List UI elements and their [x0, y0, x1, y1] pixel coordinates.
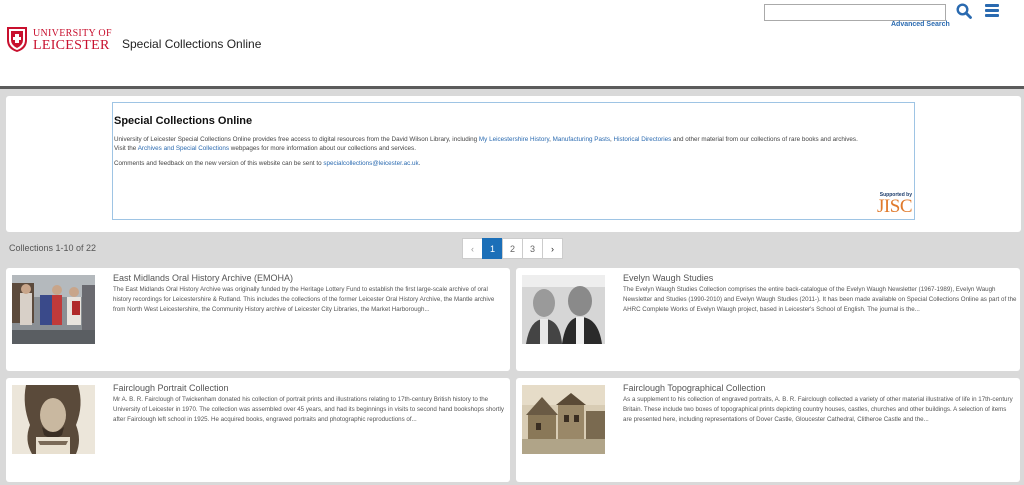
card-description: The Evelyn Waugh Studies Collection comp…: [623, 286, 1017, 313]
hamburger-menu-icon[interactable]: [985, 4, 999, 17]
page-1-button[interactable]: 1: [482, 238, 503, 259]
page-2-button[interactable]: 2: [502, 238, 523, 259]
crest-shield-icon: [7, 27, 27, 52]
card-title[interactable]: Fairclough Topographical Collection: [623, 383, 765, 393]
jisc-logo[interactable]: Supported by JISC: [877, 192, 912, 216]
intro-title: Special Collections Online: [114, 115, 253, 127]
intro-text: and other material from our collections …: [671, 136, 858, 143]
link-archives-special-collections[interactable]: Archives and Special Collections: [138, 145, 229, 152]
jisc-mark: JISC: [877, 196, 912, 217]
intro-text: webpages for more information about our …: [229, 145, 416, 152]
collection-card-emoha[interactable]: East Midlands Oral History Archive (EMOH…: [6, 268, 510, 371]
pagination: ‹ 1 2 3 ›: [462, 238, 563, 259]
card-title[interactable]: East Midlands Oral History Archive (EMOH…: [113, 273, 293, 283]
link-my-leicestershire-history[interactable]: My Leicestershire History: [479, 136, 549, 143]
next-page-button[interactable]: ›: [542, 238, 563, 259]
site-title[interactable]: Special Collections Online: [122, 37, 261, 51]
card-title[interactable]: Fairclough Portrait Collection: [113, 383, 229, 393]
logo-line2: LEICESTER: [33, 38, 110, 53]
card-description: Mr A. B. R. Fairclough of Twickenham don…: [113, 396, 504, 423]
card-description: As a supplement to his collection of eng…: [623, 396, 1013, 423]
collection-card-evelyn-waugh[interactable]: Evelyn Waugh Studies The Evelyn Waugh St…: [516, 268, 1020, 371]
fairclough-topographical-thumbnail[interactable]: [522, 385, 605, 454]
search-icon[interactable]: [956, 3, 972, 19]
prev-page-button[interactable]: ‹: [462, 238, 483, 259]
page-3-button[interactable]: 3: [522, 238, 543, 259]
emoha-thumbnail[interactable]: [12, 275, 95, 344]
feedback-text: Comments and feedback on the new version…: [114, 160, 324, 167]
feedback-text: .: [418, 160, 421, 167]
search-input[interactable]: [764, 4, 946, 21]
link-historical-directories[interactable]: Historical Directories: [614, 136, 672, 143]
link-manufacturing-pasts[interactable]: Manufacturing Pasts: [553, 136, 610, 143]
site-header: UNIVERSITY OF LEICESTER Special Collecti…: [0, 0, 1024, 86]
intro-text: University of Leicester Special Collecti…: [114, 136, 479, 143]
header-divider: [0, 86, 1024, 89]
intro-text: Visit the: [114, 145, 138, 152]
collection-card-fairclough-portrait[interactable]: Fairclough Portrait Collection Mr A. B. …: [6, 378, 510, 482]
card-title[interactable]: Evelyn Waugh Studies: [623, 273, 713, 283]
card-description: The East Midlands Oral History Archive w…: [113, 286, 495, 313]
fairclough-portrait-thumbnail[interactable]: [12, 385, 95, 454]
intro-paragraph: University of Leicester Special Collecti…: [114, 135, 914, 153]
collections-count: Collections 1-10 of 22: [9, 243, 97, 253]
feedback-paragraph: Comments and feedback on the new version…: [114, 160, 914, 167]
advanced-search-link[interactable]: Advanced Search: [891, 21, 950, 28]
university-logo[interactable]: UNIVERSITY OF LEICESTER: [6, 26, 112, 53]
collection-card-fairclough-topographical[interactable]: Fairclough Topographical Collection As a…: [516, 378, 1020, 482]
evelyn-waugh-thumbnail[interactable]: [522, 275, 605, 344]
intro-panel: Special Collections Online University of…: [6, 96, 1021, 232]
intro-box: Special Collections Online University of…: [112, 102, 915, 220]
email-link[interactable]: specialcollections@leicester.ac.uk: [323, 160, 418, 167]
